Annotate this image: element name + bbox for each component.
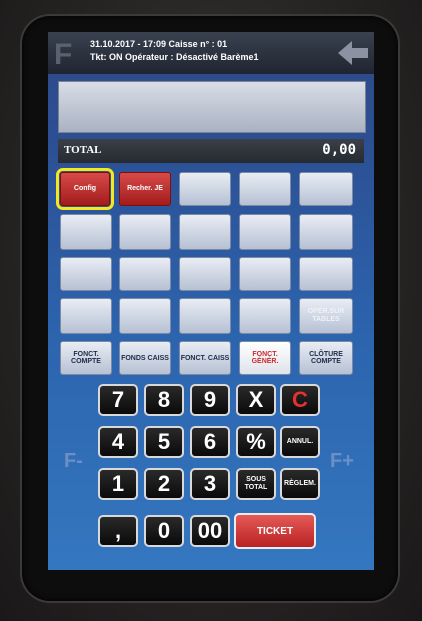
- cloture-compte-button[interactable]: CLÔTURE COMPTE: [299, 341, 353, 375]
- grid-button-empty[interactable]: [299, 257, 353, 291]
- key-7[interactable]: 7: [98, 384, 138, 416]
- reglem-button[interactable]: RÈGLEM.: [280, 468, 320, 500]
- key-4[interactable]: 4: [98, 426, 138, 458]
- item-display-area: [58, 81, 366, 133]
- grid-button-empty[interactable]: [239, 298, 291, 334]
- header-ticket-operator: Tkt: ON Opérateur : Désactivé Barème1: [90, 52, 259, 62]
- grid-button-empty[interactable]: [60, 298, 112, 334]
- grid-button-empty[interactable]: [179, 214, 231, 250]
- total-value: 0,00: [322, 142, 356, 158]
- key-percent[interactable]: %: [236, 426, 276, 458]
- grid-button-empty[interactable]: [60, 214, 112, 250]
- key-1[interactable]: 1: [98, 468, 138, 500]
- grid-button-empty[interactable]: [239, 214, 291, 250]
- touch-screen: F 31.10.2017 - 17:09 Caisse n° : 01 Tkt:…: [48, 32, 374, 570]
- grid-button-empty[interactable]: [299, 172, 353, 206]
- grid-button-empty[interactable]: [179, 298, 231, 334]
- grid-button-empty[interactable]: [60, 257, 112, 291]
- key-comma[interactable]: ,: [98, 515, 138, 547]
- fonct-gener-button[interactable]: FONCT. GÉNÉR.: [239, 341, 291, 375]
- header-datetime-register: 31.10.2017 - 17:09 Caisse n° : 01: [90, 39, 228, 49]
- recherche-button[interactable]: Recher. JE: [119, 172, 171, 206]
- key-2[interactable]: 2: [144, 468, 184, 500]
- fonct-caiss-button[interactable]: FONCT. CAISS: [179, 341, 231, 375]
- sous-total-button[interactable]: SOUS TOTAL: [236, 468, 276, 500]
- grid-button-empty[interactable]: [119, 257, 171, 291]
- config-button[interactable]: Config: [56, 168, 114, 210]
- total-bar: TOTAL 0,00: [58, 139, 364, 163]
- pos-terminal: F 31.10.2017 - 17:09 Caisse n° : 01 Tkt:…: [0, 0, 422, 621]
- key-6[interactable]: 6: [190, 426, 230, 458]
- grid-button-empty[interactable]: [179, 172, 231, 206]
- key-clear[interactable]: C: [280, 384, 320, 416]
- total-label: TOTAL: [64, 144, 102, 156]
- back-arrow-icon[interactable]: [336, 38, 370, 68]
- oper-sur-tables-button[interactable]: OPÉR.SUR TABLES: [299, 298, 353, 334]
- grid-button-empty[interactable]: [299, 214, 353, 250]
- status-header: F 31.10.2017 - 17:09 Caisse n° : 01 Tkt:…: [48, 32, 374, 74]
- key-multiply[interactable]: X: [236, 384, 276, 416]
- key-8[interactable]: 8: [144, 384, 184, 416]
- grid-button-empty[interactable]: [119, 214, 171, 250]
- annul-button[interactable]: ANNUL.: [280, 426, 320, 458]
- grid-button-empty[interactable]: [239, 257, 291, 291]
- key-0[interactable]: 0: [144, 515, 184, 547]
- fonds-caiss-button[interactable]: FONDS CAISS: [119, 341, 171, 375]
- f-minus-label[interactable]: F-: [64, 450, 83, 473]
- grid-button-empty[interactable]: [239, 172, 291, 206]
- app-logo: F: [54, 38, 73, 71]
- grid-button-empty[interactable]: [119, 298, 171, 334]
- ticket-button[interactable]: TICKET: [234, 513, 316, 549]
- key-00[interactable]: 00: [190, 515, 230, 547]
- fonct-compte-button[interactable]: FONCT. COMPTE: [60, 341, 112, 375]
- key-3[interactable]: 3: [190, 468, 230, 500]
- f-plus-label[interactable]: F+: [330, 450, 354, 473]
- key-9[interactable]: 9: [190, 384, 230, 416]
- key-5[interactable]: 5: [144, 426, 184, 458]
- grid-button-empty[interactable]: [179, 257, 231, 291]
